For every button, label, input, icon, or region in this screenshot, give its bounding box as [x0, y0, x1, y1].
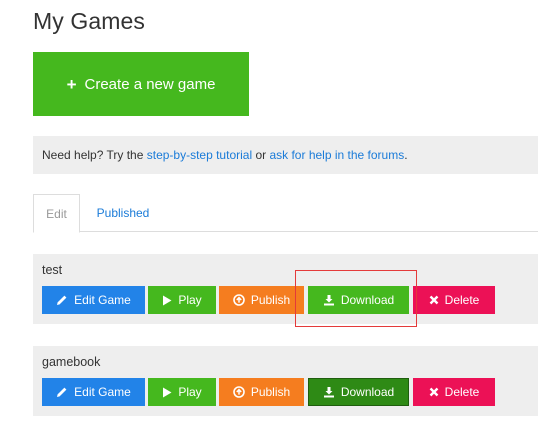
delete-button[interactable]: Delete [413, 378, 495, 406]
delete-label: Delete [444, 293, 480, 307]
play-label: Play [178, 293, 202, 307]
publish-label: Publish [250, 293, 291, 307]
edit-game-button[interactable]: Edit Game [42, 286, 145, 314]
close-icon [429, 387, 439, 397]
create-new-game-button[interactable]: + Create a new game [33, 52, 249, 116]
page-title: My Games [33, 8, 145, 34]
game-panel: test Edit Game Play Publish Download Del… [33, 254, 538, 324]
games-tabs: Edit Published [33, 194, 538, 233]
download-label: Download [340, 293, 395, 307]
publish-button[interactable]: Publish [219, 286, 304, 314]
play-icon [163, 387, 172, 397]
edit-game-button[interactable]: Edit Game [42, 378, 145, 406]
download-icon [323, 387, 334, 398]
upload-circle-icon [233, 294, 245, 306]
close-icon [429, 295, 439, 305]
edit-game-label: Edit Game [74, 293, 131, 307]
delete-label: Delete [444, 385, 480, 399]
publish-label: Publish [250, 385, 291, 399]
play-button[interactable]: Play [148, 378, 216, 406]
game-title: gamebook [42, 355, 101, 369]
play-label: Play [178, 385, 202, 399]
tutorial-link[interactable]: step-by-step tutorial [147, 148, 252, 162]
help-middle: or [252, 148, 270, 162]
delete-button[interactable]: Delete [413, 286, 495, 314]
play-button[interactable]: Play [148, 286, 216, 314]
edit-game-label: Edit Game [74, 385, 131, 399]
download-button[interactable]: Download [308, 286, 409, 314]
help-prefix: Need help? Try the [42, 148, 147, 162]
create-new-game-label: Create a new game [84, 75, 216, 93]
plus-icon: + [66, 74, 77, 94]
help-bar: Need help? Try the step-by-step tutorial… [33, 136, 538, 174]
game-title: test [42, 263, 63, 277]
download-icon [323, 295, 334, 306]
upload-circle-icon [233, 386, 245, 398]
forums-link[interactable]: ask for help in the forums [269, 148, 404, 162]
download-button[interactable]: Download [308, 378, 409, 406]
pencil-icon [57, 295, 67, 305]
tab-edit[interactable]: Edit [33, 194, 80, 233]
play-icon [163, 295, 172, 305]
publish-button[interactable]: Publish [219, 378, 304, 406]
tab-published[interactable]: Published [81, 194, 165, 232]
help-suffix: . [404, 148, 408, 162]
pencil-icon [57, 387, 67, 397]
download-label: Download [340, 385, 395, 399]
game-panel: gamebook Edit Game Play Publish Download… [33, 346, 538, 416]
